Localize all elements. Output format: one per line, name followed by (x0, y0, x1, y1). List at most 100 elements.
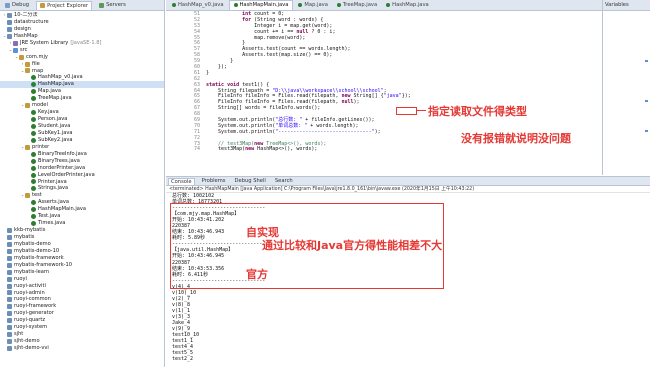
java-file-icon (172, 3, 176, 7)
java-icon (31, 96, 36, 102)
tree-item[interactable]: Map.java (0, 88, 164, 95)
java-icon (31, 200, 36, 206)
tree-item[interactable]: › JRE System Library [JavaSE-1.8] (0, 40, 164, 47)
code-text: String[] words = fileInfo.words(); (206, 105, 321, 112)
tree-item-label: Test.java (38, 213, 61, 220)
tree-item-label: BinaryTrees.java (38, 157, 80, 164)
tree-item-label: sjht (14, 331, 24, 338)
project-icon (7, 318, 12, 324)
tree-item-label: mybatis-demo (14, 240, 51, 247)
java-type-arrow (416, 110, 426, 111)
code-text: }); (206, 64, 228, 71)
debug-icon (5, 2, 10, 8)
tree-item-label: BinaryTreeInfo.java (38, 150, 87, 157)
tree-item[interactable]: InorderPrinter.java (0, 165, 164, 172)
package-icon (25, 68, 30, 74)
tree-item[interactable]: ruoyi (0, 276, 164, 283)
tree-item[interactable]: mybatis (0, 234, 164, 241)
console-tab[interactable]: Problems (200, 178, 228, 184)
tree-item-label: sjht-demo (14, 338, 40, 345)
left-tab[interactable]: Servers (96, 1, 129, 9)
code-line: 74 test3Map(new HashMap<>(), words); (166, 147, 602, 153)
java-icon (31, 186, 36, 192)
tree-item[interactable]: ⌄ test (0, 192, 164, 199)
tree-item-label: Strings.java (38, 185, 69, 192)
tree-item[interactable]: Test.java (0, 213, 164, 220)
tree-item[interactable]: SubKey2.java (0, 137, 164, 144)
tree-item[interactable]: Strings.java (0, 185, 164, 192)
tree-item[interactable]: BinaryTreeInfo.java (0, 151, 164, 158)
editor-tab[interactable]: HashMap_v0.java (168, 1, 228, 10)
tree-item[interactable]: SubKey1.java (0, 130, 164, 137)
tree-item[interactable]: design (0, 26, 164, 33)
tree-item[interactable]: HashMap.java (0, 81, 164, 89)
tree-item[interactable]: mybatis-demo-10 (0, 248, 164, 255)
console-tab[interactable]: Debug Shell (233, 178, 268, 184)
tree-item-label: ruoyi-common (14, 296, 51, 303)
tree-item[interactable]: ruoyi-quartz (0, 317, 164, 324)
left-tab[interactable]: Project Explorer (36, 0, 93, 10)
tree-item-label: LevelOrderPrinter.java (38, 171, 95, 178)
java-icon (31, 207, 36, 213)
tree-item[interactable]: ruoyi-generator (0, 310, 164, 317)
tree-item[interactable]: sjht-demo (0, 338, 164, 345)
code-text: System.out.println("--------------------… (206, 128, 381, 135)
tree-item[interactable]: Key.java (0, 109, 164, 116)
left-tab-label: Project Explorer (47, 2, 89, 9)
left-tab-bar: Debug Project Explorer Servers (0, 0, 164, 11)
java-icon (31, 130, 36, 136)
tree-item[interactable]: LevelOrderPrinter.java (0, 172, 164, 179)
tree-item[interactable]: ⌄ model (0, 102, 164, 109)
tree-item[interactable]: ⌄ src (0, 47, 164, 54)
variables-tab[interactable]: Variables (603, 0, 650, 11)
tree-item[interactable]: ruoyi-common (0, 296, 164, 303)
servers-icon (99, 2, 105, 8)
editor-tab[interactable]: TreeMap.java (333, 1, 381, 10)
tree-item[interactable]: TreeMap.java (0, 95, 164, 102)
tree-item[interactable]: ruoyi-activiti (0, 283, 164, 290)
editor-tab[interactable]: HashMap.java (382, 1, 433, 10)
tree-item-label: Key.java (38, 109, 59, 116)
tree-item[interactable]: Student.java (0, 123, 164, 130)
tree-item[interactable]: › 10-二分法 (0, 12, 164, 19)
java-icon (31, 151, 36, 157)
console-line: test2_2 (172, 356, 194, 363)
tree-item[interactable]: sjht-demo-vvi (0, 345, 164, 352)
tree-item[interactable]: sjht (0, 331, 164, 338)
tree-item[interactable]: ruoyi-admin (0, 290, 164, 297)
tree-item[interactable]: › file (0, 61, 164, 68)
variables-tab-label: Variables (605, 2, 629, 8)
tree-item[interactable]: kkb-mybatis (0, 227, 164, 234)
tree-item[interactable]: ruoyi-system (0, 324, 164, 331)
tree-item[interactable]: Printer.java (0, 179, 164, 186)
tree-item[interactable]: mybatis-demo (0, 241, 164, 248)
tree-item[interactable]: ⌄ printer (0, 144, 164, 151)
tree-item-label: HashMap.java (38, 81, 74, 88)
tree-item[interactable]: ruoyi-framework (0, 303, 164, 310)
tree-item[interactable]: mybatis-framework (0, 255, 164, 262)
tree-item[interactable]: ⌄ map (0, 68, 164, 75)
tree-item[interactable]: Asserts.java (0, 199, 164, 206)
tree-item[interactable]: ⌄ com.mjy (0, 54, 164, 61)
left-tab[interactable]: Debug (2, 1, 32, 9)
console-tab[interactable]: Console (168, 177, 195, 185)
tree-item[interactable]: HashMap_v0.java (0, 74, 164, 81)
tree-item-label: file (32, 60, 40, 67)
tree-item[interactable]: ⌄ HashMap (0, 33, 164, 40)
tree-item[interactable]: BinaryTrees.java (0, 158, 164, 165)
tree-item-label: mybatis (14, 234, 35, 240)
overview-marker (645, 100, 648, 102)
tree-item[interactable]: mybatis-framework-10 (0, 262, 164, 269)
tree-item[interactable]: HashMapMain.java (0, 206, 164, 213)
tree-item[interactable]: datastructure (0, 19, 164, 26)
java-icon (31, 82, 36, 88)
tree-item[interactable]: mybatis-learn (0, 269, 164, 276)
tree-item[interactable]: Times.java (0, 220, 164, 227)
tree-item-note: [JavaSE-1.8] (70, 39, 102, 46)
tree-item[interactable]: Person.java (0, 116, 164, 123)
editor-tab[interactable]: HashMapMain.java (228, 0, 294, 10)
editor-tab[interactable]: Map.java (294, 1, 331, 10)
console-tab[interactable]: Search (273, 178, 295, 184)
code-area[interactable]: 51 int count = 0; 52 for (String word : w… (166, 11, 602, 175)
java-icon (31, 117, 36, 123)
